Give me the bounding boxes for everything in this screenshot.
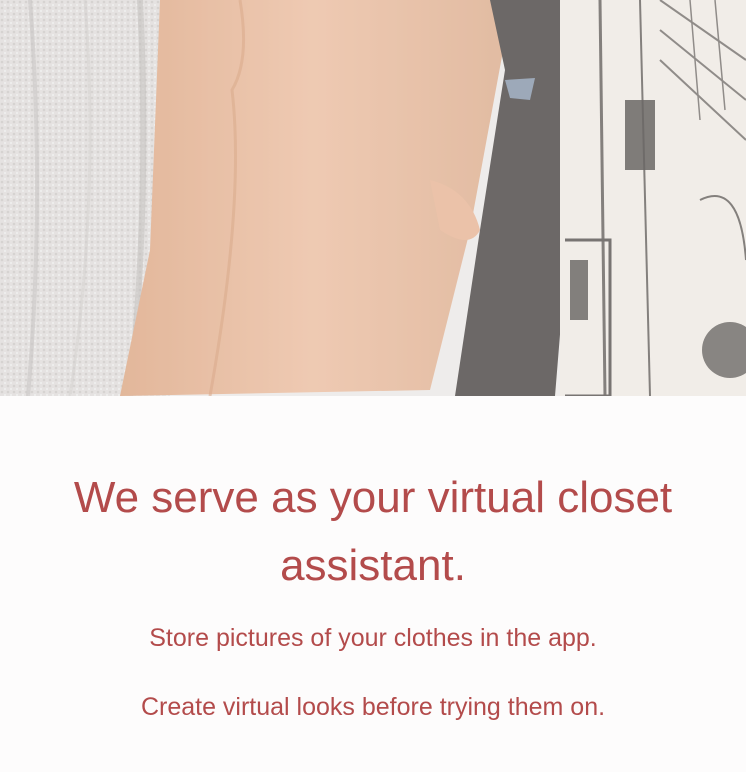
hero-image <box>0 0 746 396</box>
intro-section: We serve as your virtual closet assistan… <box>0 396 746 772</box>
headline: We serve as your virtual closet assistan… <box>73 473 673 590</box>
feature-store-pictures: Store pictures of your clothes in the ap… <box>149 624 597 652</box>
clothes-rack-photo <box>0 0 746 396</box>
feature-virtual-looks: Create virtual looks before trying them … <box>140 693 606 721</box>
